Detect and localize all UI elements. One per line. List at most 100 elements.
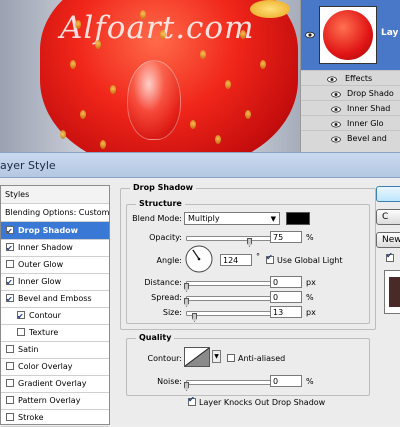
opacity-slider-track[interactable] [186,236,278,241]
style-item-color-overlay[interactable]: Color Overlay [1,358,109,376]
style-checkbox[interactable] [6,240,14,256]
noise-input[interactable]: 0 [270,375,302,387]
dialog-title-bar[interactable]: ayer Style [0,152,400,178]
spread-unit: % [306,293,314,302]
size-input[interactable]: 13 [270,306,302,318]
knocks-out-checkbox[interactable] [188,395,196,406]
style-item-texture[interactable]: Texture [1,324,109,342]
style-item-label: Inner Shadow [18,243,73,252]
style-checkbox[interactable] [6,260,14,268]
effects-label: Effects [345,74,373,83]
style-item-pattern-overlay[interactable]: Pattern Overlay [1,392,109,410]
size-slider-track[interactable] [186,311,272,316]
blending-options-item[interactable]: Blending Options: Custom [1,204,109,222]
effects-row[interactable]: Effects [301,70,400,86]
style-item-label: Drop Shadow [18,226,79,235]
quality-title: Quality [136,333,175,342]
anti-aliased-checkbox[interactable] [227,354,235,362]
shadow-color-swatch[interactable] [286,212,310,225]
size-label: Size: [162,308,182,317]
spread-slider-track[interactable] [186,296,272,301]
opacity-input[interactable]: 75 [270,231,302,243]
style-item-label: Color Overlay [18,362,73,371]
style-checkbox[interactable] [17,308,25,324]
contour-dropdown-button[interactable]: ▼ [212,350,221,363]
distance-input[interactable]: 0 [270,276,302,288]
angle-input[interactable]: 124 [220,254,252,266]
effect-item[interactable]: Inner Glo [301,115,400,131]
spread-input[interactable]: 0 [270,291,302,303]
contour-preview[interactable] [184,347,210,367]
style-item-bevel-and-emboss[interactable]: Bevel and Emboss [1,290,109,308]
effect-item[interactable]: Bevel and [301,130,400,146]
style-preview [384,270,400,314]
effect-label: Drop Shado [347,89,394,98]
angle-label: Angle: [156,256,182,265]
style-item-label: Contour [29,311,61,320]
strawberry-seed [100,140,106,149]
style-item-gradient-overlay[interactable]: Gradient Overlay [1,375,109,393]
effect-item[interactable]: Inner Shad [301,100,400,116]
effect-item[interactable]: Drop Shado [301,85,400,101]
noise-label: Noise: [157,377,182,386]
contour-curve-icon [185,348,209,366]
cancel-button[interactable]: C [376,209,400,225]
new-style-button[interactable]: New [376,232,400,248]
style-checkbox[interactable] [6,291,14,307]
blend-mode-label: Blend Mode: [132,214,182,223]
ok-button[interactable] [376,186,400,202]
knocks-out-label: Layer Knocks Out Drop Shadow [199,398,326,407]
drop-shadow-title: Drop Shadow [130,183,197,192]
anti-aliased-label: Anti-aliased [238,354,286,363]
style-checkbox[interactable] [6,345,14,353]
style-item-inner-shadow[interactable]: Inner Shadow [1,239,109,257]
style-item-label: Stroke [18,413,44,422]
strawberry-seed [60,130,66,139]
blend-mode-select[interactable]: Multiply ▼ [184,212,280,225]
size-unit: px [306,308,316,317]
angle-dial[interactable] [184,244,214,274]
style-item-satin[interactable]: Satin [1,341,109,359]
use-global-light-label: Use Global Light [277,256,343,265]
layer-thumbnail[interactable] [319,6,377,64]
style-checkbox[interactable] [17,328,25,336]
document-canvas[interactable]: Alfoart.com [0,0,312,152]
strawberry-seed [70,60,76,69]
style-item-drop-shadow[interactable]: Drop Shadow [1,222,109,240]
style-checkbox[interactable] [6,223,14,239]
style-item-stroke[interactable]: Stroke [1,409,109,427]
style-item-label: Inner Glow [18,277,62,286]
style-item-outer-glow[interactable]: Outer Glow [1,256,109,274]
style-checkbox[interactable] [6,274,14,290]
strawberry-seed [140,10,146,19]
preview-checkbox[interactable] [386,251,394,262]
layer-name[interactable]: Lay [381,28,398,38]
strawberry-seed [190,120,196,129]
contour-label: Contour: [147,354,183,363]
opacity-label: Opacity: [149,233,182,242]
layer-row[interactable]: Lay [301,0,400,70]
style-item-label: Pattern Overlay [18,396,81,405]
watermark-text: Alfoart.com [60,10,255,46]
style-item-inner-glow[interactable]: Inner Glow [1,273,109,291]
eye-icon[interactable] [305,30,315,40]
strawberry-seed [240,30,246,39]
strawberry-seed [260,60,266,69]
styles-header-label: Styles [5,190,30,199]
eye-icon[interactable] [331,134,341,146]
noise-slider-track[interactable] [186,380,272,385]
style-checkbox[interactable] [6,396,14,404]
style-item-contour[interactable]: Contour [1,307,109,325]
style-checkbox[interactable] [6,413,14,421]
styles-header[interactable]: Styles [1,186,109,204]
noise-unit: % [306,377,314,386]
styles-list: Styles Blending Options: Custom Drop Sha… [0,185,110,427]
distance-slider-track[interactable] [186,281,272,286]
strawberry-seed [160,30,166,39]
use-global-light-checkbox[interactable] [266,253,274,264]
style-checkbox[interactable] [6,379,14,387]
style-item-label: Texture [29,328,59,337]
strawberry-seed [95,40,101,49]
blending-options-label: Blending Options: Custom [5,208,109,217]
style-checkbox[interactable] [6,362,14,370]
